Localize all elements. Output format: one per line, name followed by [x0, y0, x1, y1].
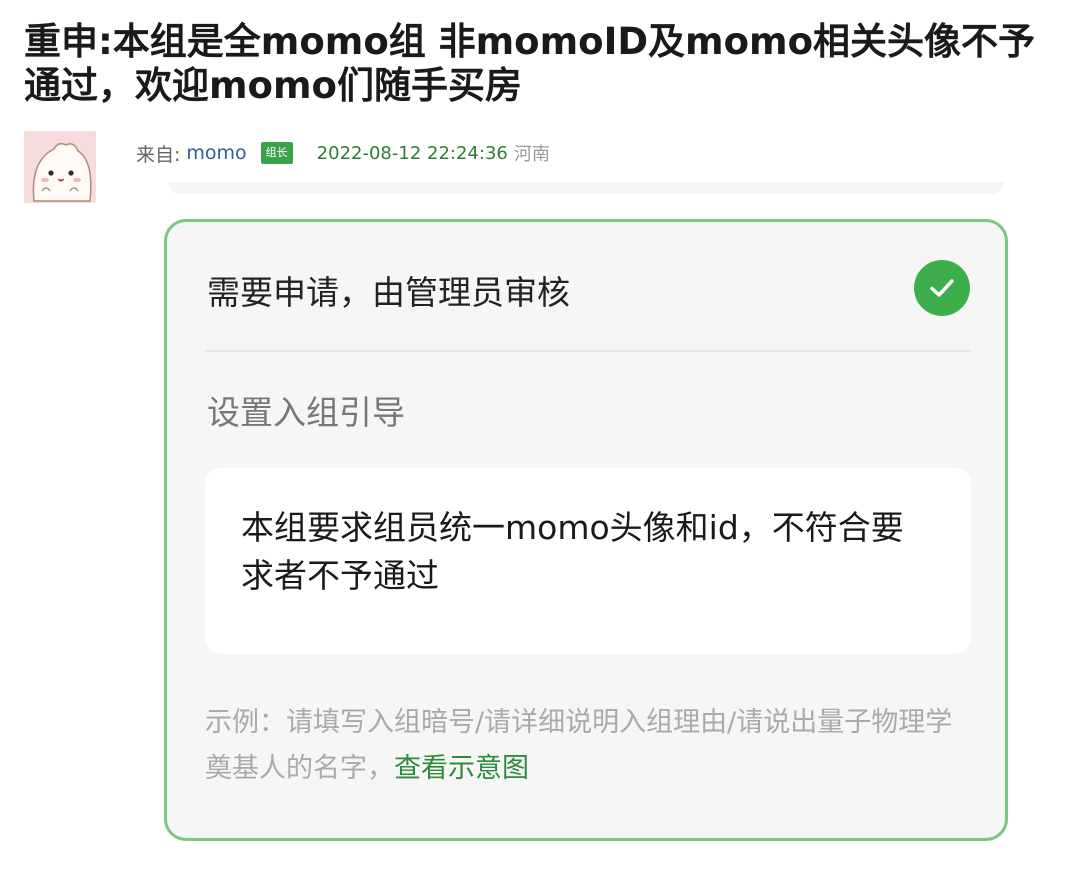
join-guide-textarea[interactable]: 本组要求组员统一momo头像和id，不符合要求者不予通过: [205, 468, 971, 654]
view-example-link[interactable]: 查看示意图: [394, 753, 529, 784]
post-title: 重申:本组是全momo组 非momoID及momo相关头像不予通过，欢迎momo…: [24, 20, 1035, 107]
join-guide-heading: 设置入组引导: [207, 393, 405, 432]
previous-card-edge: [168, 182, 1004, 194]
approval-option-label[interactable]: 需要申请，由管理员审核: [207, 266, 570, 314]
post-meta: 来自: momo 组长 2022-08-12 22:24:36 河南: [136, 140, 550, 166]
author-link[interactable]: momo: [186, 142, 246, 164]
role-badge: 组长: [260, 142, 293, 164]
join-guide-text: 本组要求组员统一momo头像和id，不符合要求者不予通过: [241, 508, 904, 595]
example-hint: 示例：请填写入组暗号/请详细说明入组理由/请说出量子物理学奠基人的名字，查看示意…: [205, 700, 975, 792]
post-datetime: 2022-08-12 22:24:36: [316, 142, 508, 164]
join-settings-card: 需要申请，由管理员审核 设置入组引导 本组要求组员统一momo头像和id，不符合…: [164, 219, 1008, 841]
ghost-avatar-icon: [24, 131, 96, 203]
from-label: 来自:: [136, 143, 181, 166]
example-hint-text: 示例：请填写入组暗号/请详细说明入组理由/请说出量子物理学奠基人的名字，: [205, 707, 953, 784]
post-location: 河南: [513, 144, 550, 165]
check-circle-icon[interactable]: [914, 260, 970, 316]
avatar[interactable]: [24, 131, 96, 203]
divider: [205, 350, 971, 352]
